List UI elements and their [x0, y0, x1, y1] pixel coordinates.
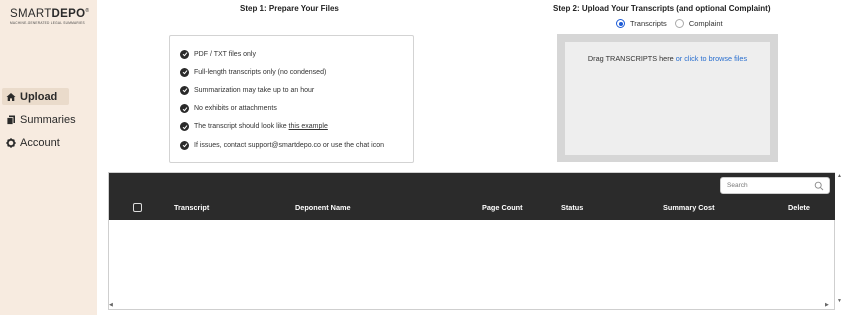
list-item: If issues, contact support@smartdepo.co …	[180, 136, 413, 154]
check-icon	[180, 140, 189, 150]
scroll-up-arrow-icon[interactable]: ▲	[837, 173, 842, 179]
logo-tagline: MACHINE-GENERATED LEGAL SUMMARIES	[10, 21, 85, 25]
column-header-delete[interactable]: Delete	[788, 203, 810, 212]
upload-type-radio-group: Transcripts Complaint	[616, 19, 723, 28]
example-link[interactable]: this example	[289, 123, 328, 130]
sidebar-item-label: Upload	[20, 90, 58, 103]
file-copy-icon	[6, 115, 15, 125]
select-all-checkbox[interactable]	[133, 203, 142, 212]
requirements-checklist: PDF / TXT files only Full-length transcr…	[169, 35, 414, 163]
search-input[interactable]: Search	[720, 177, 830, 194]
list-item: PDF / TXT files only	[180, 45, 413, 63]
list-item: The transcript should look like this exa…	[180, 118, 413, 136]
list-item: Summarization may take up to an hour	[180, 81, 413, 99]
check-icon	[180, 85, 189, 95]
radio-label: Transcripts	[630, 19, 667, 28]
dropzone-text[interactable]: Drag TRANSCRIPTS here or click to browse…	[565, 54, 770, 63]
step1-title: Step 1: Prepare Your Files	[240, 4, 339, 13]
column-header-transcript[interactable]: Transcript	[174, 203, 209, 212]
browse-files-link[interactable]: or click to browse files	[676, 54, 747, 63]
transcripts-radio[interactable]	[616, 19, 625, 28]
search-icon	[814, 181, 824, 191]
sidebar-item-account[interactable]: Account	[2, 134, 60, 151]
column-header-summary-cost[interactable]: Summary Cost	[663, 203, 715, 212]
complaint-radio[interactable]	[674, 19, 684, 28]
logo-wordmark: SMARTDEPO®	[10, 8, 90, 20]
transcripts-table: Search Transcript Deponent Name Page Cou…	[108, 172, 835, 310]
column-header-status[interactable]: Status	[561, 203, 583, 212]
list-item: No exhibits or attachments	[180, 100, 413, 118]
vertical-scrollbar[interactable]	[835, 172, 843, 310]
sidebar-item-upload[interactable]: Upload	[2, 88, 69, 105]
list-item: Full-length transcripts only (no condens…	[180, 63, 413, 81]
scroll-down-arrow-icon[interactable]: ▼	[837, 298, 842, 304]
column-header-page-count[interactable]: Page Count	[482, 203, 523, 212]
sidebar: SMARTDEPO® MACHINE-GENERATED LEGAL SUMMA…	[0, 0, 97, 315]
table-header: Search Transcript Deponent Name Page Cou…	[109, 173, 835, 220]
smartdepo-logo[interactable]: SMARTDEPO® MACHINE-GENERATED LEGAL SUMMA…	[10, 8, 90, 25]
step2-title: Step 2: Upload Your Transcripts (and opt…	[553, 4, 771, 13]
radio-label: Complaint	[688, 19, 723, 28]
check-icon	[180, 104, 189, 114]
check-icon	[180, 67, 189, 77]
home-icon	[6, 92, 16, 101]
scroll-right-arrow-icon[interactable]: ▶	[825, 302, 829, 308]
sidebar-item-label: Account	[20, 136, 60, 149]
check-icon	[180, 122, 189, 132]
scroll-left-arrow-icon[interactable]: ◀	[109, 302, 113, 308]
column-header-deponent[interactable]: Deponent Name	[295, 203, 351, 212]
check-icon	[180, 49, 189, 59]
gear-icon	[6, 137, 16, 148]
sidebar-item-label: Summaries	[20, 113, 76, 126]
sidebar-item-summaries[interactable]: Summaries	[2, 111, 76, 128]
